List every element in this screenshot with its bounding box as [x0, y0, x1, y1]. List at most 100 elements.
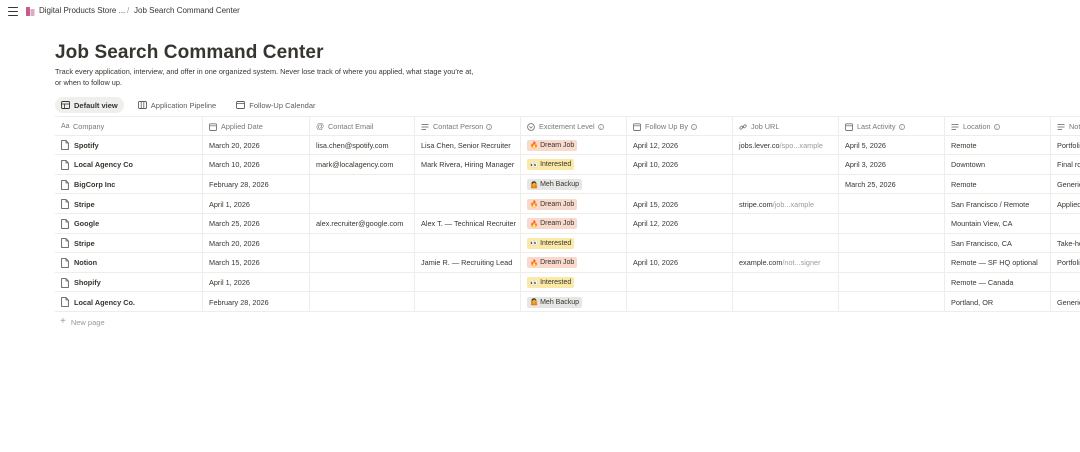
last-activity-cell[interactable]: April 3, 2026 — [839, 155, 945, 175]
job-url-cell[interactable] — [733, 174, 839, 195]
job-url-domain[interactable]: example.com — [739, 258, 782, 267]
job-url-domain[interactable]: jobs.lever.co — [739, 141, 780, 150]
location-cell[interactable]: Remote — SF HQ optional — [945, 253, 1051, 273]
last-activity-cell[interactable] — [839, 253, 945, 273]
follow-up-by-cell[interactable] — [627, 292, 733, 312]
column-header-notes[interactable]: Not — [1051, 117, 1080, 137]
last-activity-cell[interactable] — [839, 194, 945, 214]
location-cell[interactable]: Remote — [945, 135, 1051, 156]
job-url-path[interactable]: /job...xample — [773, 200, 814, 209]
applied-date-cell[interactable]: March 10, 2026 — [203, 155, 310, 175]
table-row[interactable]: Stripe April 1, 2026 🔥 Dream Job April 15… — [55, 194, 1080, 214]
job-url-path[interactable]: /not...signer — [782, 258, 820, 267]
excitement-level-cell[interactable]: 🔥 Dream Job — [521, 135, 627, 156]
job-url-domain[interactable]: stripe.com — [739, 200, 773, 209]
contact-person-cell[interactable] — [415, 194, 521, 214]
table-row[interactable]: Stripe March 20, 2026 👀 Interested San Fr… — [55, 233, 1080, 254]
contact-person-cell[interactable] — [415, 292, 521, 312]
contact-email-cell[interactable] — [310, 292, 415, 312]
job-url-cell[interactable] — [733, 155, 839, 175]
notes-cell[interactable] — [1051, 273, 1080, 293]
company-cell[interactable]: Local Agency Co. — [55, 292, 203, 312]
applied-date-cell[interactable]: April 1, 2026 — [203, 272, 310, 293]
follow-up-by-cell[interactable]: April 12, 2026 — [627, 214, 733, 234]
table-row[interactable]: Local Agency Co March 10, 2026 mark@loca… — [55, 155, 1080, 175]
job-url-cell[interactable] — [733, 233, 839, 254]
company-cell[interactable]: BigCorp Inc — [55, 174, 203, 195]
table-row[interactable]: Local Agency Co. February 28, 2026 🤷 Meh … — [55, 292, 1080, 312]
column-header-excitement-level[interactable]: Excitement Level i — [521, 117, 627, 137]
info-icon[interactable]: i — [597, 123, 604, 130]
last-activity-cell[interactable]: March 25, 2026 — [839, 174, 945, 195]
contact-person-cell[interactable] — [415, 174, 521, 195]
follow-up-by-cell[interactable] — [627, 233, 733, 254]
follow-up-by-cell[interactable]: April 12, 2026 — [627, 135, 733, 156]
new-page-button[interactable]: + New page — [60, 317, 105, 327]
contact-email-cell[interactable]: alex.recruiter@google.com — [310, 214, 415, 234]
follow-up-by-cell[interactable]: April 10, 2026 — [627, 253, 733, 273]
notes-cell[interactable]: Portfolio — [1051, 136, 1080, 156]
notes-cell[interactable]: Final ro — [1051, 155, 1080, 175]
company-cell[interactable]: Google — [55, 214, 203, 234]
applied-date-cell[interactable]: March 20, 2026 — [203, 135, 310, 156]
table-row[interactable]: Google March 25, 2026 alex.recruiter@goo… — [55, 214, 1080, 234]
follow-up-by-cell[interactable]: April 15, 2026 — [627, 194, 733, 214]
contact-person-cell[interactable]: Lisa Chen, Senior Recruiter — [415, 135, 521, 156]
job-url-cell[interactable] — [733, 292, 839, 312]
notes-cell[interactable]: Applied — [1051, 194, 1080, 214]
contact-person-cell[interactable]: Alex T. — Technical Recruiter — [415, 214, 521, 234]
contact-person-cell[interactable] — [415, 233, 521, 254]
contact-person-cell[interactable] — [415, 272, 521, 293]
location-cell[interactable]: San Francisco, CA — [945, 233, 1051, 254]
column-header-last-activity[interactable]: Last Activity i — [839, 117, 945, 137]
excitement-level-cell[interactable]: 👀 Interested — [521, 155, 627, 175]
applied-date-cell[interactable]: March 15, 2026 — [203, 253, 310, 273]
location-cell[interactable]: Mountain View, CA — [945, 214, 1051, 234]
last-activity-cell[interactable] — [839, 233, 945, 254]
info-icon[interactable]: i — [486, 123, 493, 130]
job-url-path[interactable]: /spo...xample — [780, 141, 823, 150]
company-cell[interactable]: Spotify — [55, 135, 203, 156]
table-row[interactable]: Spotify March 20, 2026 lisa.chen@spotify… — [55, 135, 1080, 156]
tab-application-pipeline[interactable]: Application Pipeline — [132, 97, 222, 113]
job-url-cell[interactable] — [733, 214, 839, 234]
location-cell[interactable]: Remote — Canada — [945, 272, 1051, 293]
location-cell[interactable]: Downtown — [945, 155, 1051, 175]
info-icon[interactable]: i — [690, 123, 697, 130]
tab-follow-up-calendar[interactable]: Follow-Up Calendar — [230, 97, 321, 113]
contact-email-cell[interactable] — [310, 233, 415, 254]
company-cell[interactable]: Stripe — [55, 233, 203, 254]
applied-date-cell[interactable]: February 28, 2026 — [203, 174, 310, 195]
column-header-contact-person[interactable]: Contact Person i — [415, 117, 521, 137]
last-activity-cell[interactable] — [839, 214, 945, 234]
breadcrumb-workspace[interactable]: Digital Products Store ... — [39, 6, 125, 15]
menu-icon[interactable] — [8, 7, 18, 17]
notes-cell[interactable]: Take-ho — [1051, 234, 1080, 254]
follow-up-by-cell[interactable]: April 10, 2026 — [627, 155, 733, 175]
info-icon[interactable]: i — [898, 123, 905, 130]
breadcrumb-page[interactable]: Job Search Command Center — [134, 6, 240, 15]
contact-email-cell[interactable]: mark@localagency.com — [310, 155, 415, 175]
last-activity-cell[interactable] — [839, 272, 945, 293]
contact-person-cell[interactable]: Mark Rivera, Hiring Manager — [415, 155, 521, 175]
job-url-cell[interactable]: stripe.com/job...xample — [733, 194, 839, 214]
notes-cell[interactable] — [1051, 214, 1080, 234]
applied-date-cell[interactable]: April 1, 2026 — [203, 194, 310, 214]
contact-person-cell[interactable]: Jamie R. — Recruiting Lead — [415, 253, 521, 273]
applied-date-cell[interactable]: March 20, 2026 — [203, 233, 310, 254]
column-header-contact-email[interactable]: @ Contact Email — [310, 117, 415, 137]
contact-email-cell[interactable] — [310, 194, 415, 214]
contact-email-cell[interactable] — [310, 253, 415, 273]
column-header-applied-date[interactable]: Applied Date — [203, 117, 310, 137]
table-row[interactable]: BigCorp Inc February 28, 2026 🤷 Meh Backu… — [55, 174, 1080, 195]
column-header-follow-up-by[interactable]: Follow Up By i — [627, 117, 733, 137]
applied-date-cell[interactable]: February 28, 2026 — [203, 292, 310, 312]
job-url-cell[interactable] — [733, 272, 839, 293]
table-row[interactable]: Notion March 15, 2026 Jamie R. — Recruit… — [55, 253, 1080, 273]
last-activity-cell[interactable] — [839, 292, 945, 312]
contact-email-cell[interactable]: lisa.chen@spotify.com — [310, 135, 415, 156]
company-cell[interactable]: Notion — [55, 253, 203, 273]
tab-default-view[interactable]: Default view — [55, 97, 124, 113]
notes-cell[interactable]: Portfolio — [1051, 253, 1080, 273]
company-cell[interactable]: Shopify — [55, 272, 203, 293]
